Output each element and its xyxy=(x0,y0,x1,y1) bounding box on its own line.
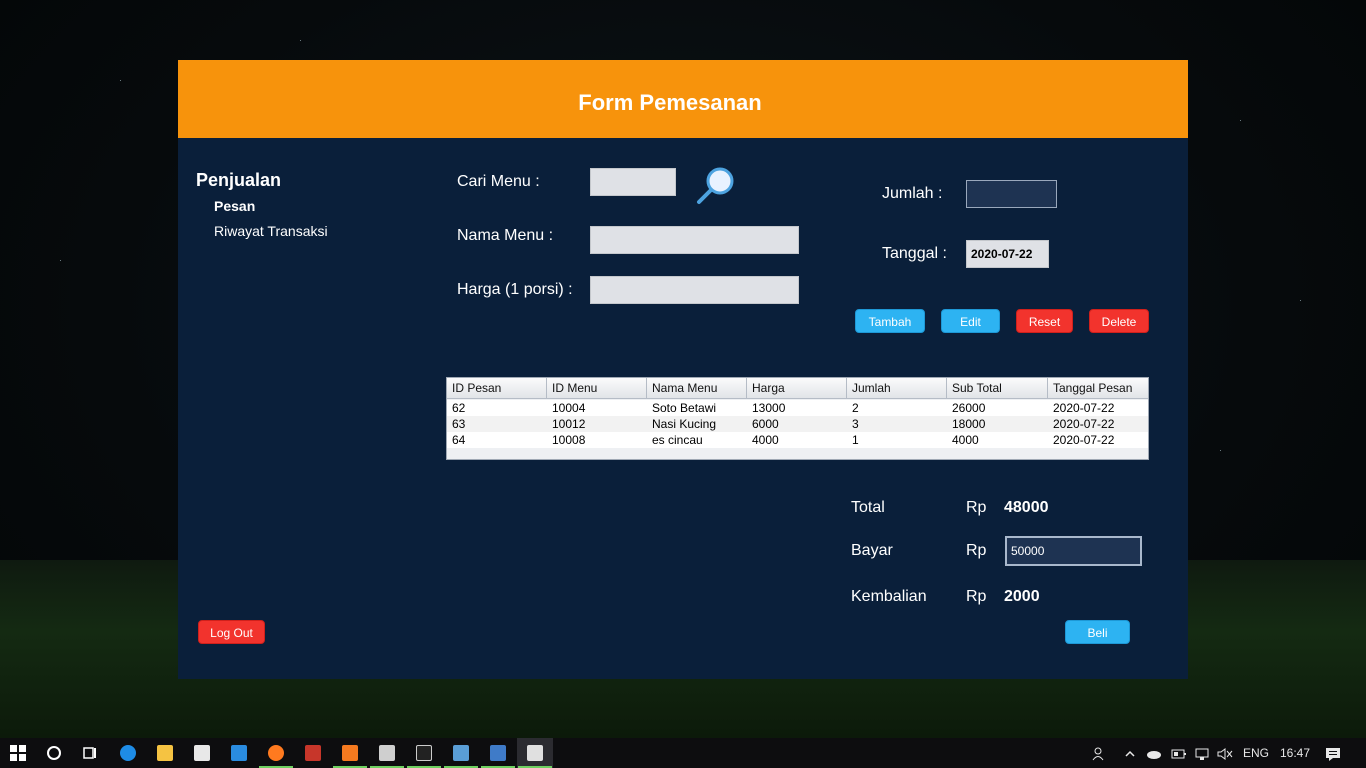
filezilla-icon[interactable] xyxy=(295,738,331,768)
table-cell: 4000 xyxy=(952,433,979,447)
table-cell: 10004 xyxy=(552,401,586,415)
remote-desktop-icon[interactable] xyxy=(443,738,479,768)
table-cell: 10008 xyxy=(552,433,586,447)
delete-button[interactable]: Delete xyxy=(1089,309,1149,333)
change-value: 2000 xyxy=(1004,588,1040,605)
page-title: Form Pemesanan xyxy=(578,90,762,115)
total-value: 48000 xyxy=(1004,499,1049,516)
total-currency: Rp xyxy=(966,499,987,516)
table-row[interactable]: 62 10004 Soto Betawi 13000 2 26000 2020-… xyxy=(447,400,1148,416)
table-cell: Nasi Kucing xyxy=(652,417,717,431)
printer-app-icon[interactable] xyxy=(369,738,405,768)
table-cell: 3 xyxy=(852,417,859,431)
price-field[interactable] xyxy=(590,276,799,304)
table-cell: 18000 xyxy=(952,417,986,431)
xampp-icon[interactable] xyxy=(332,738,368,768)
table-cell: 64 xyxy=(452,433,466,447)
people-icon[interactable] xyxy=(1092,738,1108,768)
table-body: 62 10004 Soto Betawi 13000 2 26000 2020-… xyxy=(447,400,1148,448)
table-cell: 2 xyxy=(852,401,859,415)
virtualbox-icon[interactable] xyxy=(480,738,516,768)
column-header-jumlah[interactable]: Jumlah xyxy=(847,378,947,398)
sidebar-title: Penjualan xyxy=(196,170,282,190)
language-indicator[interactable]: ENG xyxy=(1243,738,1269,768)
table-cell: 2020-07-22 xyxy=(1053,433,1115,447)
cortana-icon[interactable] xyxy=(36,738,72,768)
java-icon[interactable] xyxy=(517,738,553,768)
store-icon[interactable] xyxy=(184,738,220,768)
table-header: ID Pesan ID Menu Nama Menu Harga Jumlah … xyxy=(447,378,1148,399)
table-cell: 26000 xyxy=(952,401,986,415)
change-currency: Rp xyxy=(966,588,987,605)
column-header-id-menu[interactable]: ID Menu xyxy=(547,378,647,398)
table-row[interactable]: 64 10008 es cincau 4000 1 4000 2020-07-2… xyxy=(447,432,1148,448)
menu-name-label: Nama Menu : xyxy=(457,227,554,244)
orders-table[interactable]: ID Pesan ID Menu Nama Menu Harga Jumlah … xyxy=(446,377,1149,460)
table-cell: 1 xyxy=(852,433,859,447)
firefox-icon[interactable] xyxy=(258,738,294,768)
sidebar-item-pesan[interactable]: Pesan xyxy=(214,198,255,214)
column-header-tanggal-pesan[interactable]: Tanggal Pesan xyxy=(1048,378,1148,398)
table-cell: 2020-07-22 xyxy=(1053,417,1115,431)
notification-icon[interactable] xyxy=(1325,738,1341,768)
search-icon[interactable] xyxy=(694,166,738,206)
change-label: Kembalian xyxy=(851,588,927,605)
total-label: Total xyxy=(851,499,885,516)
logout-button[interactable]: Log Out xyxy=(198,620,265,644)
table-cell: 13000 xyxy=(752,401,786,415)
quantity-label: Jumlah : xyxy=(882,185,943,202)
order-form-window: Form Pemesanan Penjualan Pesan Riwayat T… xyxy=(178,60,1188,679)
clock[interactable]: 16:47 xyxy=(1280,738,1310,768)
buy-button[interactable]: Beli xyxy=(1065,620,1130,644)
column-header-nama-menu[interactable]: Nama Menu xyxy=(647,378,747,398)
quantity-field[interactable] xyxy=(966,180,1057,208)
file-explorer-icon[interactable] xyxy=(147,738,183,768)
column-header-id-pesan[interactable]: ID Pesan xyxy=(447,378,547,398)
table-cell: 10012 xyxy=(552,417,586,431)
column-header-harga[interactable]: Harga xyxy=(747,378,847,398)
reset-button[interactable]: Reset xyxy=(1016,309,1073,333)
payment-field[interactable] xyxy=(1005,536,1142,566)
task-view-icon[interactable] xyxy=(72,738,108,768)
windows-taskbar: ENG 16:47 xyxy=(0,738,1366,768)
table-row[interactable]: 63 10012 Nasi Kucing 6000 3 18000 2020-0… xyxy=(447,416,1148,432)
table-cell: 62 xyxy=(452,401,466,415)
search-menu-input[interactable] xyxy=(590,168,676,196)
network-icon[interactable] xyxy=(1194,738,1210,768)
table-cell: 63 xyxy=(452,417,466,431)
table-cell: es cincau xyxy=(652,433,703,447)
start-icon[interactable] xyxy=(0,738,36,768)
cmd-icon[interactable] xyxy=(406,738,442,768)
volume-muted-icon[interactable] xyxy=(1217,738,1233,768)
table-cell: 6000 xyxy=(752,417,779,431)
menu-name-field[interactable] xyxy=(590,226,799,254)
battery-icon[interactable] xyxy=(1171,738,1187,768)
table-cell: 4000 xyxy=(752,433,779,447)
edit-button[interactable]: Edit xyxy=(941,309,1000,333)
payment-label: Bayar xyxy=(851,542,893,559)
window-header: Form Pemesanan xyxy=(178,60,1188,138)
table-cell: Soto Betawi xyxy=(652,401,717,415)
date-label: Tanggal : xyxy=(882,245,947,262)
column-header-sub-total[interactable]: Sub Total xyxy=(947,378,1048,398)
table-cell: 2020-07-22 xyxy=(1053,401,1115,415)
search-menu-label: Cari Menu : xyxy=(457,173,540,190)
chevron-up-icon[interactable] xyxy=(1124,738,1136,768)
payment-currency: Rp xyxy=(966,542,987,559)
date-field[interactable]: 2020-07-22 xyxy=(966,240,1049,268)
vscode-icon[interactable] xyxy=(221,738,257,768)
onedrive-icon[interactable] xyxy=(1146,738,1162,768)
add-button[interactable]: Tambah xyxy=(855,309,925,333)
sidebar-item-riwayat-transaksi[interactable]: Riwayat Transaksi xyxy=(214,223,328,239)
price-label: Harga (1 porsi) : xyxy=(457,281,573,298)
edge-icon[interactable] xyxy=(110,738,146,768)
